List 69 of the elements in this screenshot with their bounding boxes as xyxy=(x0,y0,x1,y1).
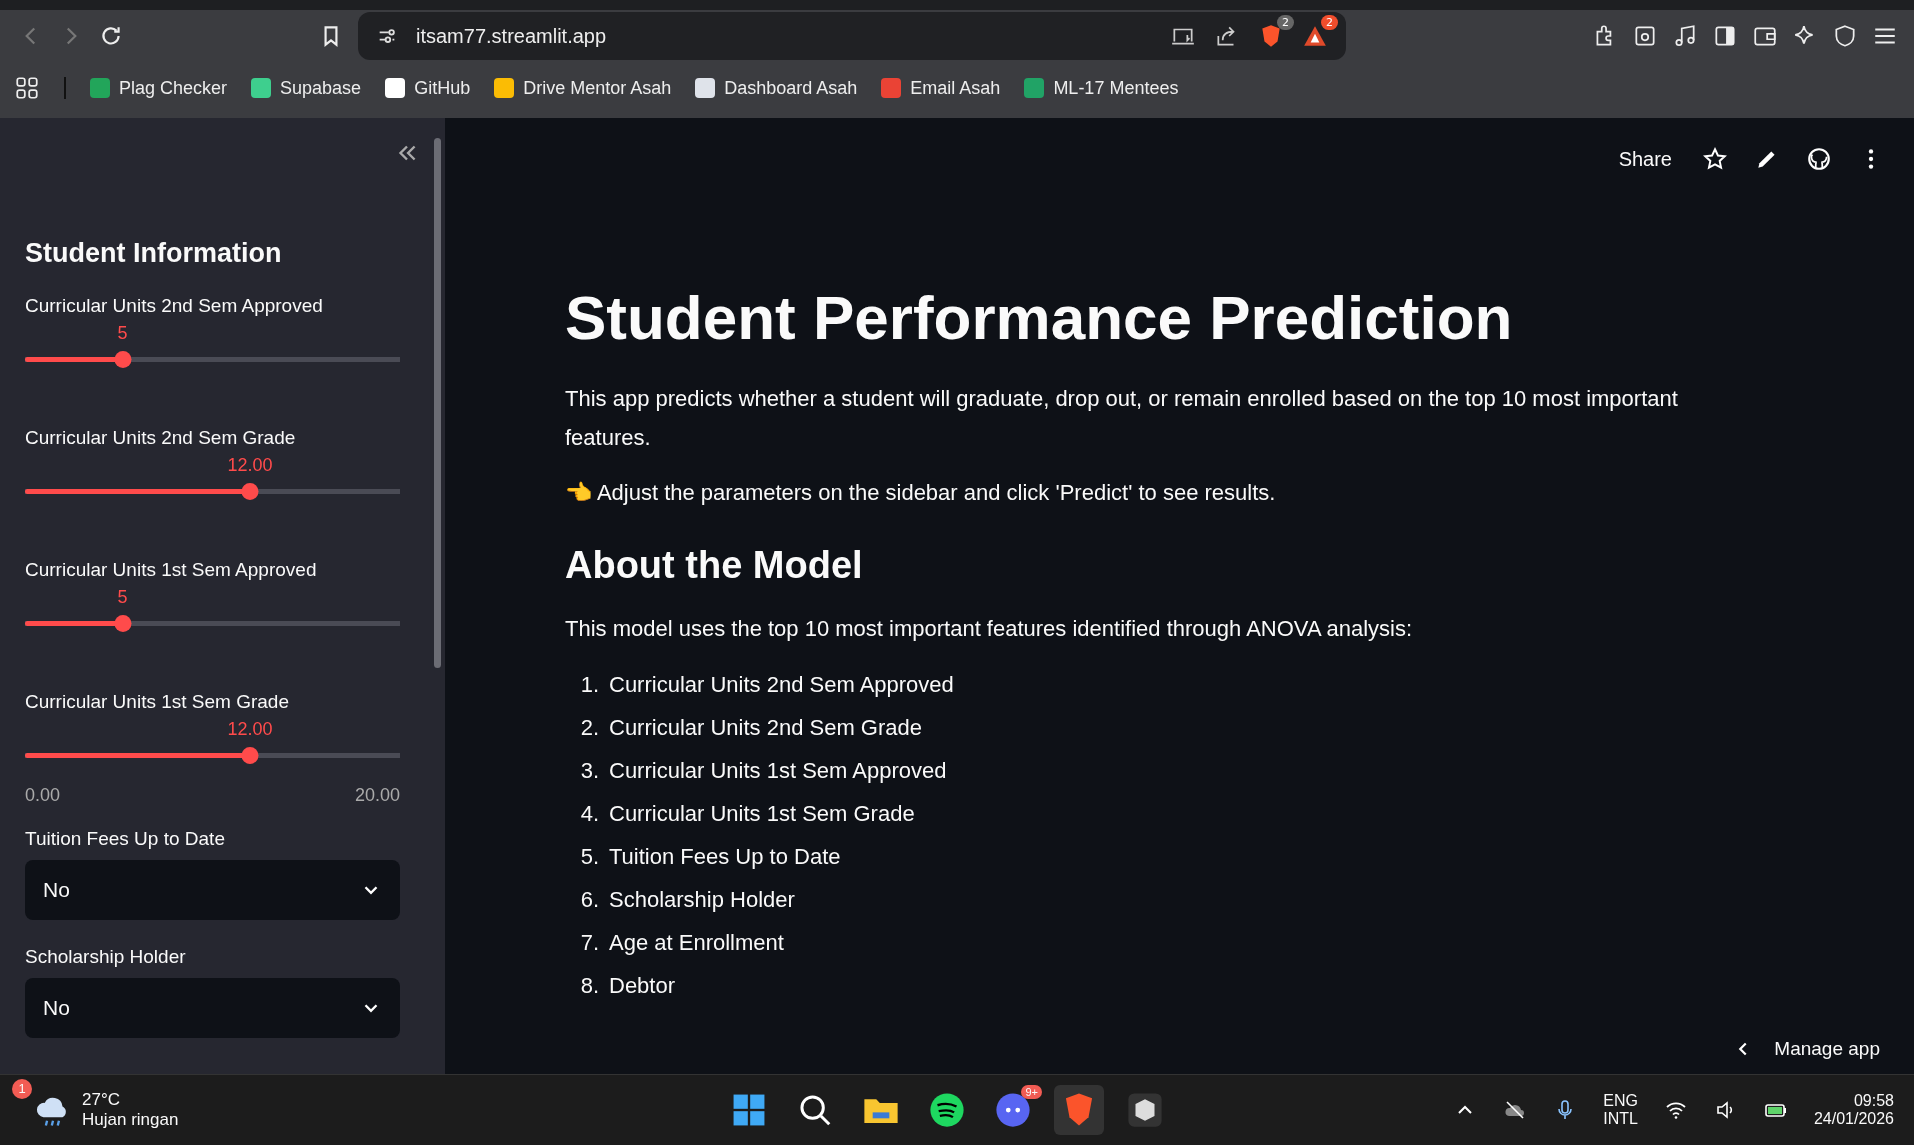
notification-badge: 2 xyxy=(1277,15,1294,30)
sidebar-icon[interactable] xyxy=(1712,23,1738,49)
list-number: 3. xyxy=(579,757,599,785)
feature-item: Tuition Fees Up to Date xyxy=(609,843,841,871)
slider-max-label: 20.00 xyxy=(354,785,400,806)
model-description: This model uses the top 10 most important features identified through ANOVA analysis: xyxy=(565,615,1414,643)
sidebar-heading: Student Information xyxy=(25,238,283,269)
section-heading: About the Model xyxy=(565,544,864,587)
bookmark-link[interactable]: Email Asah xyxy=(881,77,1001,99)
list-number: 8. xyxy=(579,972,599,1000)
list-number: 6. xyxy=(579,886,599,914)
slider-label: Curricular Units 2nd Sem Approved xyxy=(25,295,324,317)
bookmark-link[interactable]: Supabase xyxy=(251,77,362,99)
select-dropdown[interactable]: No xyxy=(25,978,400,1038)
slider-thumb[interactable] xyxy=(114,615,131,632)
bookmark-link[interactable]: Dashboard Asah xyxy=(695,77,858,99)
apps-grid-icon[interactable] xyxy=(14,75,40,101)
notification-badge: 9+ xyxy=(1021,1085,1042,1099)
share-link[interactable]: Share xyxy=(1618,147,1672,171)
keyboard-layout-text[interactable]: INTL xyxy=(1603,1110,1638,1128)
scrollbar[interactable] xyxy=(434,138,441,668)
slider-value: 5 xyxy=(117,323,128,344)
feature-item: Curricular Units 2nd Sem Grade xyxy=(609,714,922,742)
slider-value: 5 xyxy=(117,587,128,608)
feature-item: Curricular Units 1st Sem Approved xyxy=(609,757,947,785)
spotify-icon[interactable] xyxy=(928,1091,966,1129)
slider-thumb[interactable] xyxy=(114,351,131,368)
list-number: 5. xyxy=(579,843,599,871)
feature-item: Age at Enrollment xyxy=(609,929,784,957)
feature-item: Curricular Units 1st Sem Grade xyxy=(609,800,915,828)
feature-item: Scholarship Holder xyxy=(609,886,795,914)
language-text[interactable]: ENG xyxy=(1603,1092,1638,1110)
slider-min-label: 0.00 xyxy=(25,785,61,806)
select-label: Tuition Fees Up to Date xyxy=(25,828,226,850)
cube-icon[interactable] xyxy=(1126,1091,1164,1129)
list-number: 2. xyxy=(579,714,599,742)
slider-label: Curricular Units 2nd Sem Grade xyxy=(25,427,297,449)
bookmark-link[interactable]: Drive Mentor Asah xyxy=(494,77,672,99)
weather-condition: Hujan ringan xyxy=(82,1110,179,1130)
slider-thumb[interactable] xyxy=(241,747,259,764)
clock-date[interactable]: 24/01/2026 xyxy=(1813,1110,1894,1128)
temperature-text: 27°C xyxy=(82,1090,121,1110)
music-note-icon[interactable] xyxy=(1672,23,1698,49)
shield-icon[interactable] xyxy=(1832,23,1858,49)
slider-label: Curricular Units 1st Sem Grade xyxy=(25,691,290,713)
slider-value: 12.00 xyxy=(227,719,273,740)
slider-thumb[interactable] xyxy=(241,483,259,500)
slider-value: 12.00 xyxy=(227,455,273,476)
bookmark-link[interactable]: GitHub xyxy=(385,77,471,99)
list-number: 4. xyxy=(579,800,599,828)
list-number: 1. xyxy=(579,671,599,699)
list-number: 7. xyxy=(579,929,599,957)
feature-item: Curricular Units 2nd Sem Approved xyxy=(609,671,954,699)
url-text: itsam77.streamlit.app xyxy=(416,24,607,48)
notification-badge: 1 xyxy=(12,1079,32,1099)
bookmark-link[interactable]: ML-17 Mentees xyxy=(1024,77,1179,99)
bookmark-link[interactable]: Plag Checker xyxy=(90,77,228,99)
page-title: Student Performance Prediction xyxy=(565,282,1514,353)
select-dropdown[interactable]: No xyxy=(25,860,400,920)
notification-badge: 2 xyxy=(1321,15,1338,30)
clock-time[interactable]: 09:58 xyxy=(1853,1092,1894,1110)
address-bar[interactable]: itsam77.streamlit.app 2 2 xyxy=(358,12,1346,60)
slider-label: Curricular Units 1st Sem Approved xyxy=(25,559,318,581)
feature-item: Debtor xyxy=(609,972,676,1000)
star-icon[interactable] xyxy=(1702,146,1728,172)
hint-text: 👈 Adjust the parameters on the sidebar and click 'Predict' to see results. xyxy=(565,479,1277,507)
select-label: Scholarship Holder xyxy=(25,946,187,968)
manage-app-button[interactable]: Manage app xyxy=(1732,1038,1880,1060)
intro-paragraph: This app predicts whether a student will graduate, drop out, or remain enrolled based on the top 10 most important features. xyxy=(565,385,1679,452)
